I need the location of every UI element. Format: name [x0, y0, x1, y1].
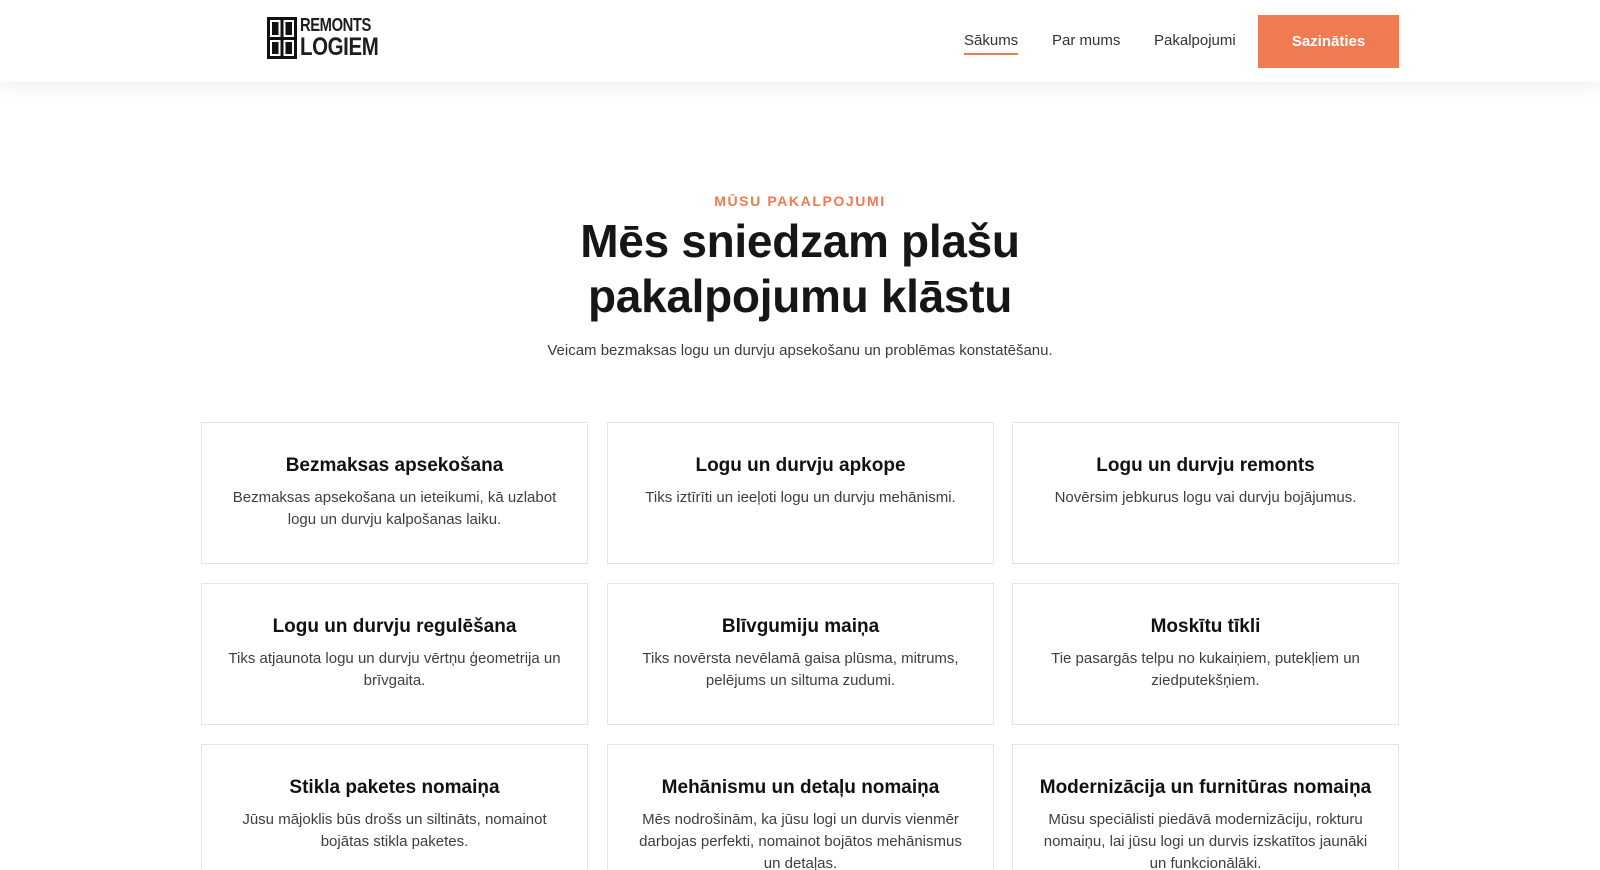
service-description: Jūsu mājoklis būs drošs un siltināts, no… — [242, 811, 547, 850]
service-description: Tiks atjaunota logu un durvju vērtņu ģeo… — [228, 650, 561, 689]
nav-item-par-mums[interactable]: Par mums — [1052, 32, 1120, 49]
service-title: Stikla paketes nomaiņa — [289, 777, 500, 798]
service-title: Logu un durvju apkope — [695, 455, 906, 476]
main-nav: Sākums Par mums Pakalpojumi Sazināties — [0, 0, 1600, 82]
section-title-line-1: Mēs sniedzam plašu — [580, 215, 1020, 267]
service-card: Stikla paketes nomaiņa Jūsu mājoklis būs… — [201, 744, 588, 870]
section-eyebrow: MŪSU PAKALPOJUMI — [714, 193, 886, 209]
section-title-line-2: pakalpojumu klāstu — [587, 270, 1013, 322]
section-subtitle: Veicam bezmaksas logu un durvju apsekoša… — [547, 342, 1053, 359]
service-card: Blīvgumiju maiņa Tiks novērsta nevēlamā … — [607, 583, 994, 725]
service-card: Bezmaksas apsekošana Bezmaksas apsekošan… — [201, 422, 588, 564]
service-title: Blīvgumiju maiņa — [721, 616, 880, 637]
service-description: Mūsu speciālisti piedāvā modernizāciju, … — [1043, 811, 1368, 870]
service-card: Logu un durvju apkope Tiks iztīrīti un i… — [607, 422, 994, 564]
service-description: Tie pasargās telpu no kukaiņiem, putekļi… — [1051, 650, 1360, 689]
section-title: Mēs sniedzam plašu pakalpojumu klāstu — [500, 214, 1100, 324]
service-title: Bezmaksas apsekošana — [285, 455, 504, 476]
nav-item-pakalpojumi[interactable]: Pakalpojumi — [1154, 32, 1236, 49]
service-description: Novērsim jebkurus logu vai durvju bojāju… — [1054, 489, 1357, 506]
service-card: Modernizācija un furnitūras nomaiņa Mūsu… — [1012, 744, 1399, 870]
service-description: Bezmaksas apsekošana un ieteikumi, kā uz… — [232, 489, 557, 528]
service-title: Moskītu tīkli — [1150, 616, 1261, 637]
service-card: Moskītu tīkli Tie pasargās telpu no kuka… — [1012, 583, 1399, 725]
service-title: Logu un durvju regulēšana — [272, 616, 517, 637]
service-description: Mēs nodrošinām, ka jūsu logi un durvis v… — [639, 811, 962, 870]
contact-button[interactable]: Sazināties — [1258, 15, 1399, 68]
service-description: Tiks novērsta nevēlamā gaisa plūsma, mit… — [642, 650, 959, 689]
service-title: Modernizācija un furnitūras nomaiņa — [1039, 777, 1372, 798]
service-card: Mehānismu un detaļu nomaiņa Mēs nodrošin… — [607, 744, 994, 870]
service-title: Logu un durvju remonts — [1096, 455, 1315, 476]
nav-item-sakums[interactable]: Sākums — [964, 32, 1019, 55]
service-description: Tiks iztīrīti un ieeļoti logu un durvju … — [645, 489, 956, 506]
site-header: REMONTS LOGIEM Sākums Par mums Pakalpoju… — [0, 0, 1600, 82]
service-card: Logu un durvju regulēšana Tiks atjaunota… — [201, 583, 588, 725]
service-title: Mehānismu un detaļu nomaiņa — [661, 777, 940, 798]
service-card: Logu un durvju remonts Novērsim jebkurus… — [1012, 422, 1399, 564]
